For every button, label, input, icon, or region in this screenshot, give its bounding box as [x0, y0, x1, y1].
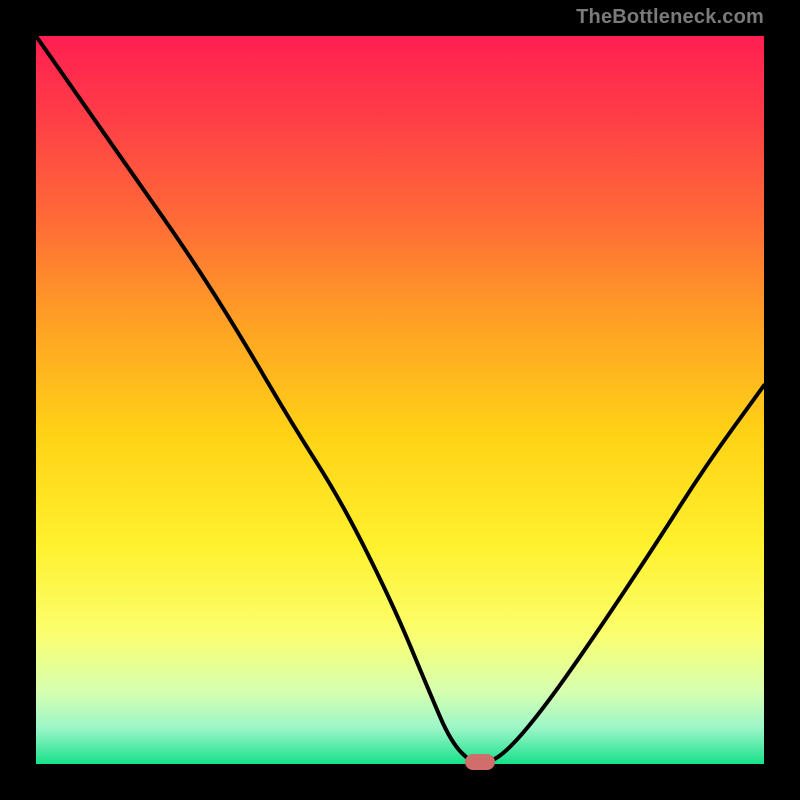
optimum-marker: [465, 754, 495, 770]
watermark-text: TheBottleneck.com: [576, 6, 764, 29]
plot-area: [36, 36, 764, 764]
curve-layer: [36, 36, 764, 764]
bottleneck-curve: [36, 36, 764, 764]
chart-frame: TheBottleneck.com: [0, 0, 800, 800]
